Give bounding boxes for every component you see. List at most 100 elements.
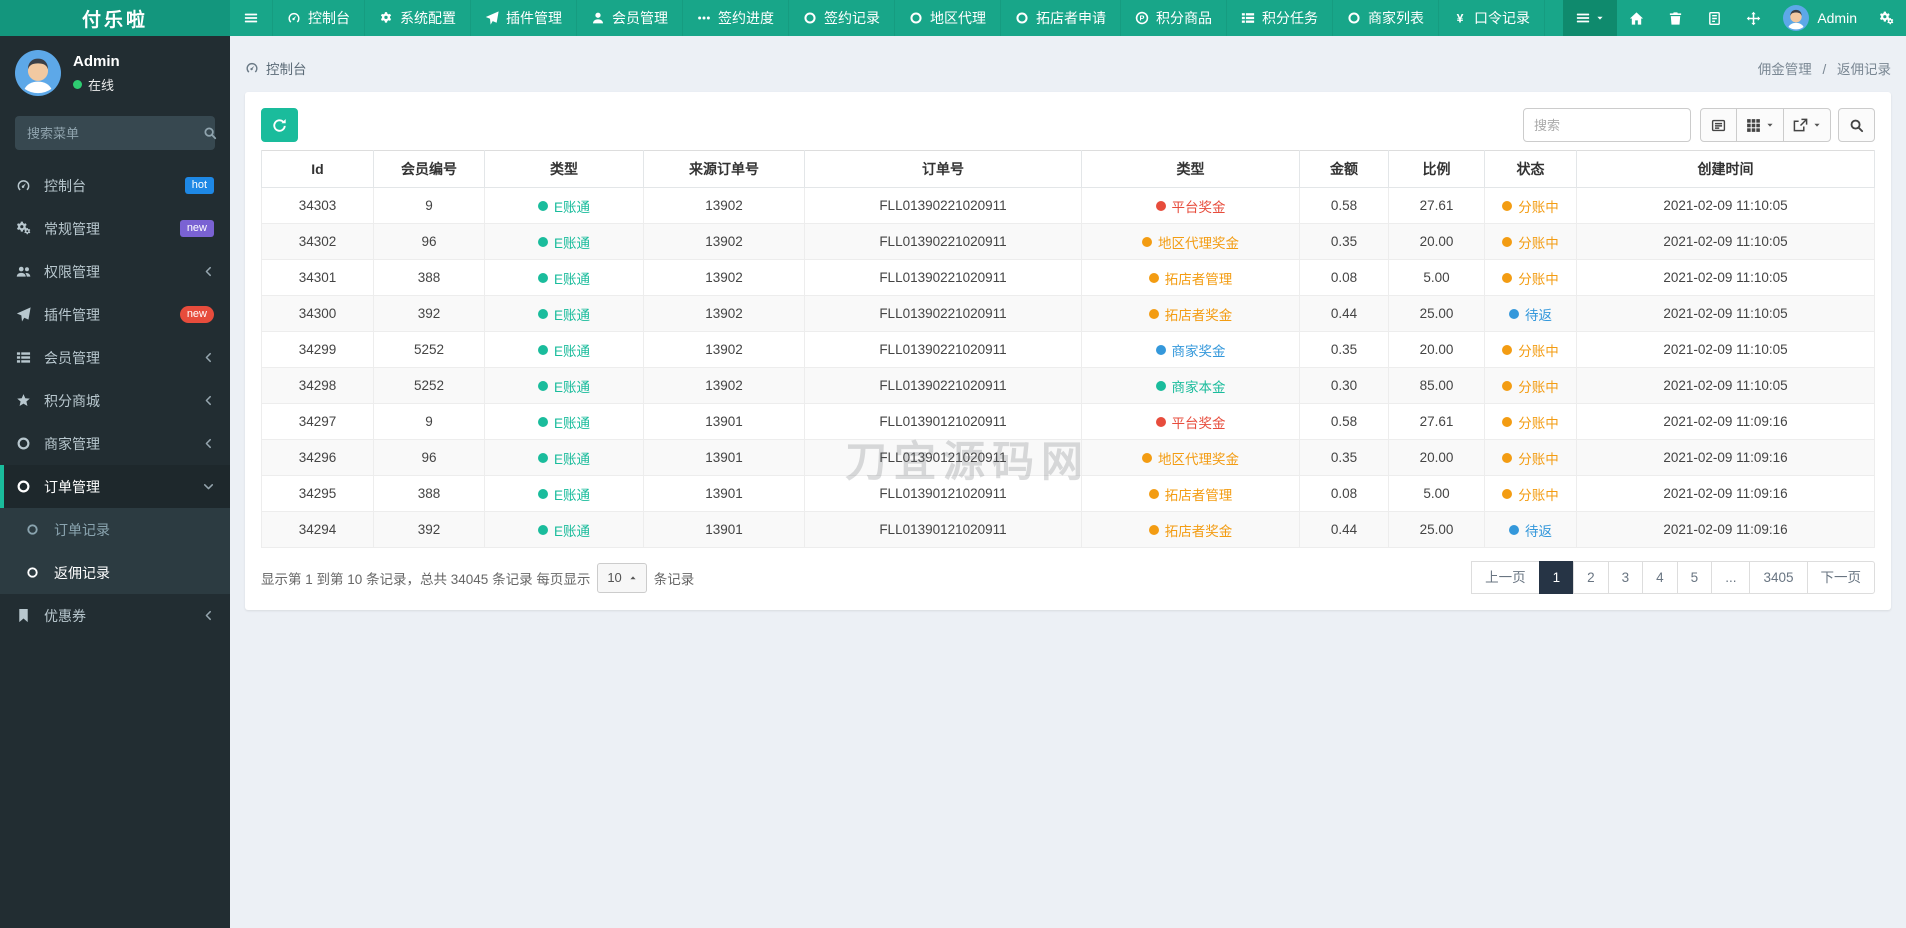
gauge-icon	[287, 11, 301, 25]
sidebar-item[interactable]: 插件管理 new	[0, 293, 230, 336]
cell-commission-type: 拓店者奖金	[1081, 295, 1300, 332]
column-header[interactable]: 比例	[1388, 150, 1485, 188]
breadcrumb-parent[interactable]: 佣金管理	[1758, 62, 1812, 77]
table-row[interactable]: 34295 388 E账通 13901 FLL01390121020911 拓店…	[261, 475, 1875, 512]
topnav-icon-button[interactable]	[1695, 0, 1734, 36]
column-header[interactable]: 状态	[1484, 150, 1577, 188]
sidebar-item[interactable]: 控制台 hot	[0, 164, 230, 207]
page-button[interactable]: 2	[1573, 561, 1609, 594]
nav-menu-dropdown[interactable]	[1563, 0, 1618, 36]
app-logo[interactable]: 付乐啦	[0, 0, 230, 36]
cell-ratio: 20.00	[1388, 331, 1485, 368]
topnav-item[interactable]: 积分任务	[1227, 0, 1333, 36]
sidebar-item[interactable]: 订单记录	[0, 508, 230, 551]
circle-icon	[16, 479, 38, 494]
user-menu[interactable]: Admin	[1773, 0, 1867, 36]
settings-button[interactable]	[1867, 0, 1906, 36]
page-button[interactable]: 1	[1538, 561, 1575, 594]
cell-member: 9	[373, 403, 485, 440]
topnav-item[interactable]: 拓店者申请	[1001, 0, 1121, 36]
table-row[interactable]: 34299 5252 E账通 13902 FLL01390221020911 商…	[261, 331, 1875, 368]
circle-icon	[26, 523, 48, 536]
bookmark-icon	[16, 608, 38, 623]
table-row[interactable]: 34302 96 E账通 13902 FLL01390221020911 地区代…	[261, 223, 1875, 260]
cell-commission-type: 商家奖金	[1081, 331, 1300, 368]
search-button[interactable]	[1838, 108, 1875, 142]
sidebar-item[interactable]: 会员管理	[0, 336, 230, 379]
sidebar-item[interactable]: 返佣记录	[0, 551, 230, 594]
sidebar-item[interactable]: 积分商城	[0, 379, 230, 422]
column-header[interactable]: 来源订单号	[643, 150, 805, 188]
caret-up-icon	[629, 574, 637, 582]
top-navbar: 付乐啦 控制台 系统配置 插件管理 会员管理 签约进度 签约记录 地区代理 拓店…	[0, 0, 1906, 36]
topnav-item[interactable]: 商家列表	[1333, 0, 1439, 36]
detail-view-button[interactable]	[1700, 108, 1737, 142]
export-button[interactable]	[1783, 108, 1831, 142]
p-circle-icon: P	[1135, 11, 1149, 25]
topnav-icon-button[interactable]	[1734, 0, 1773, 36]
page-button[interactable]: 4	[1642, 561, 1678, 594]
table-row[interactable]: 34296 96 E账通 13901 FLL01390121020911 地区代…	[261, 439, 1875, 476]
column-header[interactable]: 类型	[484, 150, 644, 188]
columns-button[interactable]	[1736, 108, 1784, 142]
page-button[interactable]: 5	[1676, 561, 1713, 594]
page-size-select[interactable]: 10	[597, 562, 647, 593]
table-row[interactable]: 34298 5252 E账通 13902 FLL01390221020911 商…	[261, 367, 1875, 404]
column-header[interactable]: Id	[261, 150, 374, 188]
table-row[interactable]: 34301 388 E账通 13902 FLL01390221020911 拓店…	[261, 259, 1875, 296]
cell-id: 34302	[261, 223, 374, 260]
column-header[interactable]: 类型	[1081, 150, 1300, 188]
avatar	[15, 50, 61, 96]
cell-created: 2021-02-09 11:10:05	[1576, 259, 1875, 296]
column-header[interactable]: 创建时间	[1576, 150, 1875, 188]
column-header[interactable]: 会员编号	[373, 150, 485, 188]
sidebar-item[interactable]: 商家管理	[0, 422, 230, 465]
sidebar-item[interactable]: 订单管理	[0, 465, 230, 508]
sidebar-item[interactable]: 常规管理 new	[0, 207, 230, 250]
topnav-item[interactable]: 签约进度	[683, 0, 789, 36]
sidebar-item[interactable]: 优惠券	[0, 594, 230, 637]
cogs-icon	[1879, 11, 1894, 26]
cell-ratio: 20.00	[1388, 439, 1485, 476]
page-button[interactable]: 上一页	[1471, 561, 1540, 594]
sidebar-search-input[interactable]	[27, 125, 203, 141]
page-button[interactable]: 下一页	[1806, 561, 1875, 594]
topnav-icon-button[interactable]	[1617, 0, 1656, 36]
status-dot-icon	[1502, 272, 1513, 283]
breadcrumb-current[interactable]: 返佣记录	[1837, 62, 1891, 77]
page-button[interactable]: 3	[1607, 561, 1644, 594]
breadcrumb-home[interactable]: 控制台	[266, 58, 307, 78]
topnav-item[interactable]: P 积分商品	[1121, 0, 1227, 36]
caret-down-icon	[1813, 121, 1821, 129]
sidebar-item[interactable]: 权限管理	[0, 250, 230, 293]
table-row[interactable]: 34297 9 E账通 13901 FLL01390121020911 平台奖金…	[261, 403, 1875, 440]
column-header[interactable]: 金额	[1299, 150, 1389, 188]
topnav-item[interactable]: 会员管理	[577, 0, 683, 36]
topnav-item[interactable]: 地区代理	[895, 0, 1001, 36]
sidebar: Admin 在线 控制台 hot	[0, 36, 230, 928]
status-dot-icon	[537, 272, 548, 283]
gear-icon	[379, 11, 393, 25]
table-row[interactable]: 34294 392 E账通 13901 FLL01390121020911 拓店…	[261, 511, 1875, 548]
toolbar-right	[1523, 108, 1875, 142]
cell-member: 96	[373, 223, 485, 260]
topnav-item[interactable]: 插件管理	[471, 0, 577, 36]
cell-type: E账通	[484, 439, 644, 476]
topnav-item[interactable]: ¥ 口令记录	[1439, 0, 1545, 36]
topnav-item[interactable]: 系统配置	[365, 0, 471, 36]
badge: new	[179, 305, 214, 324]
column-header[interactable]: 订单号	[804, 150, 1082, 188]
table-search-input[interactable]	[1523, 108, 1691, 142]
page-button[interactable]: 3405	[1749, 561, 1808, 594]
topnav-item[interactable]	[230, 0, 273, 36]
cell-order-no: FLL01390221020911	[804, 259, 1082, 296]
topnav-icon-button[interactable]	[1656, 0, 1695, 36]
search-icon[interactable]	[203, 126, 217, 140]
table-row[interactable]: 34300 392 E账通 13902 FLL01390221020911 拓店…	[261, 295, 1875, 332]
page-button[interactable]: ...	[1711, 561, 1751, 594]
topnav-item[interactable]: 签约记录	[789, 0, 895, 36]
cell-status: 分账中	[1484, 331, 1577, 368]
topnav-item[interactable]: 控制台	[273, 0, 365, 36]
table-row[interactable]: 34303 9 E账通 13902 FLL01390221020911 平台奖金…	[261, 187, 1875, 224]
refresh-button[interactable]	[261, 108, 298, 142]
